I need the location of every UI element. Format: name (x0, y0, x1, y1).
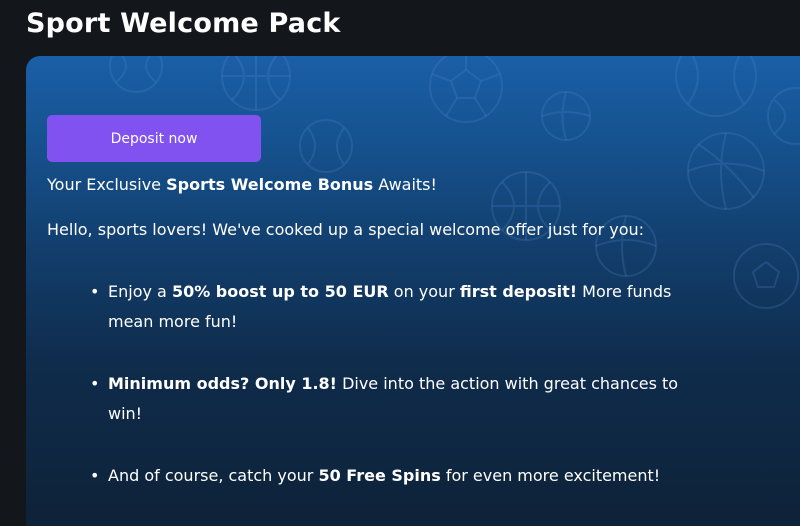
volleyball-icon (687, 132, 765, 210)
list-item: • Enjoy a 50% boost up to 50 EUR on your… (85, 277, 685, 339)
baseball-icon (675, 56, 757, 117)
baseball-icon (299, 119, 353, 173)
soccer-ball-icon (733, 243, 799, 309)
bullet-icon: • (90, 466, 100, 485)
tennis-ball-icon (767, 87, 800, 145)
deposit-now-button[interactable]: Deposit now (47, 115, 261, 162)
basketball-icon (221, 56, 291, 111)
volleyball-icon (541, 91, 591, 141)
list-item: • And of course, catch your 50 Free Spin… (85, 461, 685, 491)
bullet-icon: • (90, 282, 100, 301)
page-title: Sport Welcome Pack (26, 8, 341, 39)
bonus-intro-text: Your Exclusive Sports Welcome Bonus Awai… (47, 175, 437, 194)
bullet-icon: • (90, 374, 100, 393)
greeting-text: Hello, sports lovers! We've cooked up a … (47, 220, 645, 239)
promo-card: Deposit now Your Exclusive Sports Welcom… (26, 56, 800, 526)
soccer-ball-icon (429, 56, 503, 123)
offer-list: • Enjoy a 50% boost up to 50 EUR on your… (85, 277, 685, 491)
tennis-ball-icon (109, 56, 163, 93)
list-item: • Minimum odds? Only 1.8! Dive into the … (85, 369, 685, 431)
